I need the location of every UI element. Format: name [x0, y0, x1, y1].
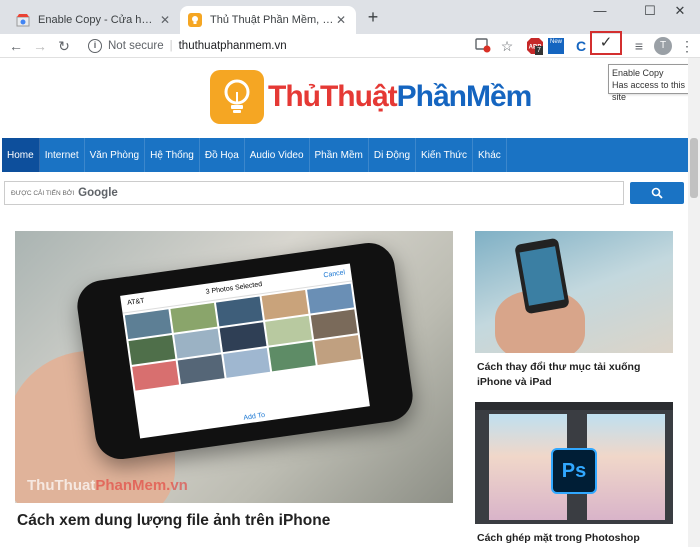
hero-article-image[interactable]: AT&T 3 Photos Selected Cancel Add To Thu… — [15, 231, 453, 503]
powered-by-label: ĐƯỢC CẢI TIẾN BỞI — [11, 189, 75, 197]
checkmark-icon: ✓ — [599, 34, 613, 51]
side-article-1-title[interactable]: Cách thay đổi thư mục tải xuống iPhone v… — [477, 360, 677, 390]
nav-van-phong[interactable]: Văn Phòng — [85, 138, 146, 172]
menu-kebab-icon[interactable]: ⋮ — [678, 37, 696, 55]
tab-strip: Enable Copy - Cửa hàng Chrome tr ✕ Thủ T… — [0, 0, 700, 34]
nav-internet[interactable]: Internet — [40, 138, 85, 172]
photoshop-icon: Ps — [551, 448, 597, 494]
side-article-2-title[interactable]: Cách ghép mặt trong Photoshop — [477, 532, 677, 544]
url-text: thuthuatphanmem.vn — [178, 40, 287, 52]
reload-icon[interactable]: ↻ — [54, 36, 74, 56]
site-nav: Home Internet Văn Phòng Hệ Thống Đồ Họa … — [2, 138, 688, 172]
nav-audio-video[interactable]: Audio Video — [245, 138, 310, 172]
lightbulb-icon — [188, 13, 202, 27]
chrome-webstore-icon — [16, 14, 30, 27]
news-extension-icon[interactable]: New — [548, 37, 566, 55]
editor-menubar — [475, 402, 673, 410]
tab-title: Enable Copy - Cửa hàng Chrome tr — [38, 14, 158, 26]
new-tab-button[interactable]: + — [364, 8, 382, 26]
watermark-part2: PhanMem.vn — [95, 477, 188, 494]
profile-avatar[interactable]: T — [654, 37, 672, 55]
search-input[interactable]: ĐƯỢC CẢI TIẾN BỞI Google — [4, 181, 624, 205]
watermark-part1: ThuThuat — [27, 477, 96, 494]
search-button[interactable] — [630, 182, 684, 204]
watermark: ThuThuatPhanMem.vn — [27, 477, 188, 494]
enable-copy-extension-button[interactable]: ✓ — [590, 31, 622, 55]
phone-screen: AT&T 3 Photos Selected Cancel Add To — [120, 263, 370, 439]
nav-do-hoa[interactable]: Đồ Họa — [200, 138, 245, 172]
tab-enable-copy[interactable]: Enable Copy - Cửa hàng Chrome tr ✕ — [8, 6, 180, 34]
address-bar[interactable]: i Not secure | thuthuatphanmem.vn — [80, 35, 524, 57]
forward-icon[interactable]: → — [30, 36, 50, 56]
close-tab-icon[interactable]: ✕ — [334, 13, 348, 27]
nav-phan-mem[interactable]: Phần Mềm — [310, 138, 369, 172]
media-controls-icon[interactable]: ≡ — [630, 37, 648, 55]
screen-cancel: Cancel — [323, 269, 346, 280]
hero-article-title[interactable]: Cách xem dung lượng file ảnh trên iPhone — [17, 512, 330, 530]
side-article-2-image[interactable]: Ps — [475, 402, 673, 524]
bookmark-star-icon[interactable]: ☆ — [498, 37, 516, 55]
page-scrollbar[interactable] — [688, 58, 700, 547]
close-tab-icon[interactable]: ✕ — [158, 13, 172, 27]
tab-title: Thủ Thuật Phần Mềm, Máy Tính, Th — [210, 14, 334, 26]
site-logo[interactable]: ThủThuậtPhầnMềm — [210, 70, 533, 124]
screen-selected-label: 3 Photos Selected — [205, 281, 263, 296]
minimize-button[interactable]: — — [580, 2, 620, 22]
translate-icon[interactable] — [474, 37, 492, 55]
info-icon[interactable]: i — [88, 39, 102, 53]
address-separator: | — [169, 40, 173, 52]
tooltip-title: Enable Copy — [612, 68, 664, 78]
side-article-1-image[interactable] — [475, 231, 673, 353]
tooltip-detail: Has access to this site — [612, 80, 686, 102]
portrait-right — [587, 414, 665, 520]
logo-part2: PhầnMềm — [396, 80, 533, 113]
back-icon[interactable]: ← — [6, 36, 26, 56]
tab-thuthuat[interactable]: Thủ Thuật Phần Mềm, Máy Tính, Th ✕ — [180, 6, 356, 34]
nav-he-thong[interactable]: Hệ Thống — [145, 138, 200, 172]
scrollbar-thumb[interactable] — [690, 138, 698, 198]
extension-tooltip: Enable Copy Has access to this site — [608, 64, 700, 102]
abp-extension-icon[interactable]: ABP 7 — [526, 37, 544, 55]
nav-khac[interactable]: Khác — [473, 138, 507, 172]
logo-wordmark: ThủThuậtPhầnMềm — [268, 80, 533, 114]
nav-di-dong[interactable]: Di Động — [369, 138, 417, 172]
abp-badge: 7 — [535, 46, 543, 55]
security-label: Not secure — [108, 40, 164, 52]
lightbulb-logo-icon — [210, 70, 264, 124]
nav-home[interactable]: Home — [2, 138, 40, 172]
close-window-button[interactable]: ✕ — [660, 2, 700, 22]
search-icon — [651, 187, 663, 199]
logo-part1: ThủThuật — [268, 80, 398, 113]
c-extension-icon[interactable]: C — [572, 37, 590, 55]
google-brand: Google — [78, 187, 118, 199]
news-badge: New — [548, 38, 564, 54]
screen-carrier: AT&T — [126, 297, 145, 307]
nav-kien-thuc[interactable]: Kiến Thức — [416, 138, 473, 172]
